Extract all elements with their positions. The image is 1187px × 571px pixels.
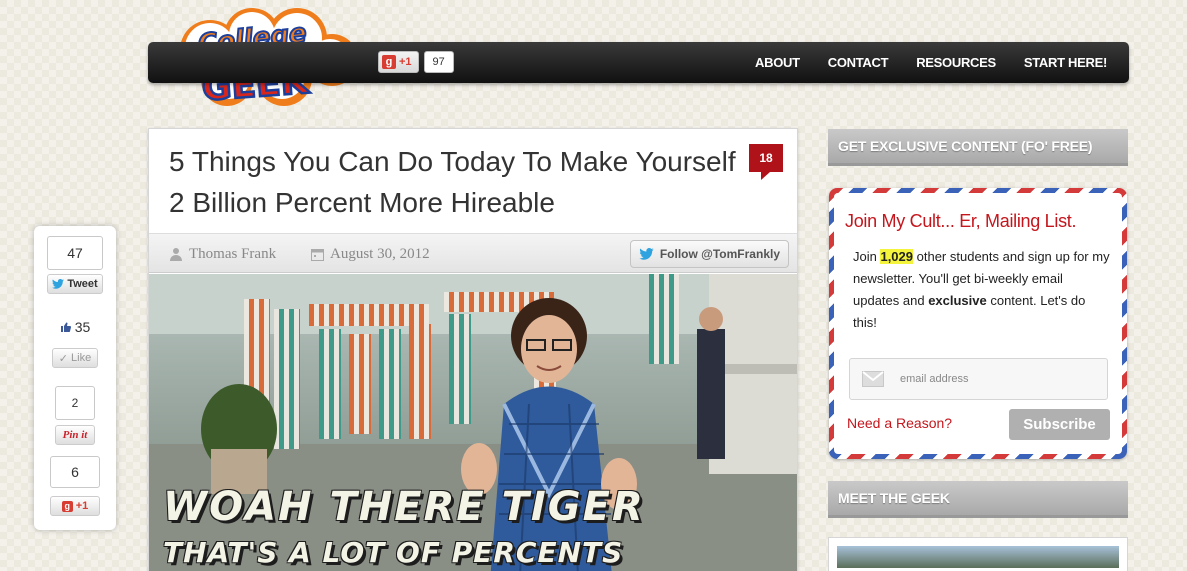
email-placeholder: email address: [900, 373, 969, 385]
hero-caption-line-1: WOAH THERE TIGER: [163, 484, 645, 530]
nav-start-here[interactable]: START HERE!: [1024, 55, 1107, 70]
post-date: August 30, 2012: [330, 245, 430, 262]
subscribe-button[interactable]: Subscribe: [1009, 409, 1110, 440]
pin-it-label: Pin it: [62, 429, 88, 441]
need-a-reason-link[interactable]: Need a Reason?: [847, 415, 952, 431]
gplus-share-button[interactable]: g +1: [50, 496, 100, 516]
thumbs-up-icon: [60, 322, 71, 332]
like-label: Like: [71, 352, 92, 364]
article-card: 5 Things You Can Do Today To Make Yourse…: [148, 128, 798, 571]
mailing-list-description: Join 1,029 other students and sign up fo…: [853, 246, 1111, 334]
exclusive-content-heading: GET EXCLUSIVE CONTENT (FO' FREE): [828, 129, 1128, 166]
desc-pre: Join: [853, 249, 881, 264]
desc-bold: exclusive: [928, 293, 987, 308]
follow-label: Follow @TomFrankly: [659, 247, 780, 261]
article-meta-bar: Thomas Frank August 30, 2012 Follow @Tom…: [149, 233, 797, 273]
checkmark-icon: ✓: [58, 352, 69, 365]
tweet-share: 47 Tweet: [34, 236, 116, 294]
tweet-label: Tweet: [67, 278, 98, 290]
header-gplus-label: +1: [399, 56, 412, 68]
nav-about[interactable]: ABOUT: [755, 55, 800, 70]
comment-count-badge[interactable]: 18: [749, 144, 783, 180]
top-navbar: ABOUT CONTACT RESOURCES START HERE!: [148, 42, 1129, 83]
google-plus-icon: g: [382, 55, 396, 69]
email-input[interactable]: email address: [849, 358, 1108, 400]
tweet-count: 47: [47, 236, 103, 270]
calendar-icon: [311, 248, 324, 261]
nav-resources[interactable]: RESOURCES: [916, 55, 996, 70]
pinterest-share: 2 Pin it: [34, 386, 116, 445]
geek-photo-image: [837, 546, 1119, 568]
pin-count: 2: [55, 386, 95, 420]
nav-contact[interactable]: CONTACT: [828, 55, 889, 70]
mailing-list-widget: Join My Cult... Er, Mailing List. Join 1…: [829, 188, 1127, 459]
tweet-button[interactable]: Tweet: [47, 274, 103, 294]
like-button[interactable]: ✓ Like: [52, 348, 98, 368]
meet-the-geek-photo: [828, 537, 1128, 571]
author-meta: Thomas Frank: [169, 234, 276, 274]
header-gplus-button[interactable]: g +1: [378, 51, 419, 73]
date-meta: August 30, 2012: [311, 234, 430, 274]
header-gplus-widget: g +1 97: [378, 51, 454, 73]
like-share: 35 ✓ Like: [34, 310, 116, 368]
share-sidebar: 47 Tweet 35 ✓ Like 2 Pin it 6 g +1: [34, 226, 116, 530]
twitter-bird-icon: [639, 248, 654, 260]
like-count: 35: [74, 319, 91, 335]
author-name[interactable]: Thomas Frank: [189, 246, 276, 263]
twitter-bird-icon: [52, 279, 65, 289]
main-nav: ABOUT CONTACT RESOURCES START HERE!: [755, 42, 1107, 83]
article-hero-image: WOAH THERE TIGER THAT'S A LOT OF PERCENT…: [149, 274, 797, 571]
gplus-share-label: +1: [75, 500, 89, 512]
meet-the-geek-heading: MEET THE GEEK: [828, 481, 1128, 518]
pin-it-button[interactable]: Pin it: [55, 425, 95, 445]
twitter-follow-button[interactable]: Follow @TomFrankly: [629, 240, 789, 268]
gplus-share: 6 g +1: [34, 456, 116, 516]
google-plus-icon: g: [61, 500, 73, 512]
person-icon: [170, 248, 182, 261]
header-gplus-count: 97: [423, 51, 454, 73]
article-title[interactable]: 5 Things You Can Do Today To Make Yourse…: [169, 141, 749, 223]
mailing-list-inner: Join My Cult... Er, Mailing List. Join 1…: [834, 193, 1122, 454]
mailing-list-title: Join My Cult... Er, Mailing List.: [845, 211, 1077, 231]
envelope-icon: [862, 371, 884, 387]
gplus-share-count: 6: [50, 456, 100, 488]
like-count-wrap: 35: [52, 310, 98, 344]
subscriber-count: 1,029: [880, 249, 914, 264]
hero-caption-line-2: THAT'S A LOT OF PERCENTS: [163, 536, 624, 569]
